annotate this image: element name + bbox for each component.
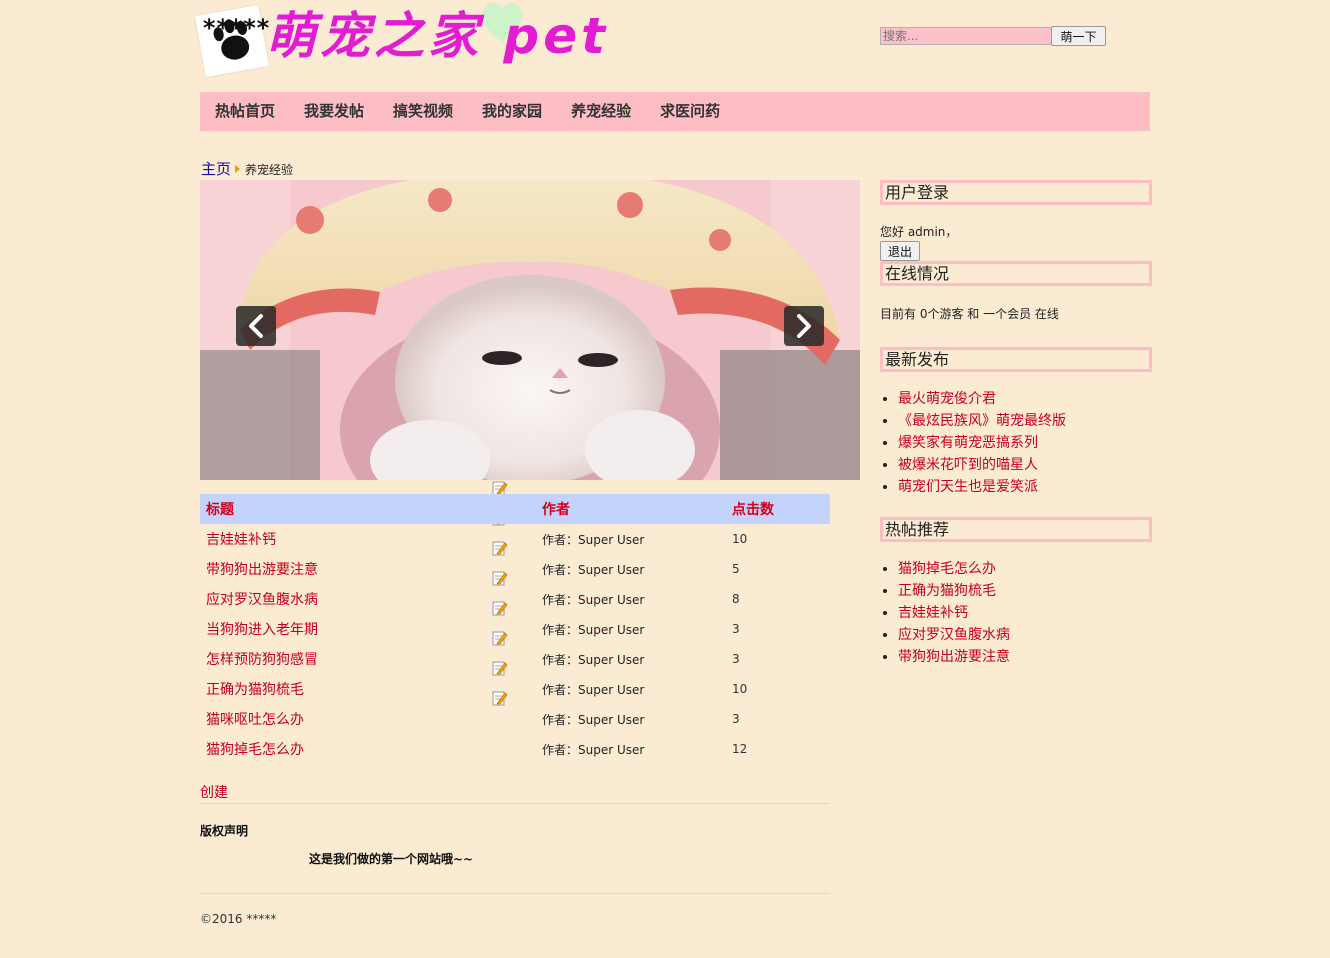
article-title-link[interactable]: 当狗狗进入老年期 [206,622,318,638]
hot-link[interactable]: 带狗狗出游要注意 [898,649,1010,665]
copyright-title: 版权声明 [200,824,249,838]
latest-link[interactable]: 爆笑家有萌宠恶搞系列 [898,435,1038,451]
list-item: 《最炫民族风》萌宠最终版 [898,410,1066,432]
latest-list: 最火萌宠俊介君 《最炫民族风》萌宠最终版 爆笑家有萌宠恶搞系列 被爆米花吓到的喵… [880,388,1066,498]
breadcrumb-current: 养宠经验 [245,163,294,177]
article-table: 标题 作者 点击数 吉娃娃补钙 作者：Super User 10 带狗狗出游要注… [200,494,830,764]
article-author: 作者：Super User [542,622,645,637]
list-item: 应对罗汉鱼腹水病 [898,624,1010,646]
copyright-text: 这是我们做的第一个网站哦~~ [309,852,474,866]
article-author: 作者：Super User [542,652,645,667]
hot-list: 猫狗掉毛怎么办 正确为猫狗梳毛 吉娃娃补钙 应对罗汉鱼腹水病 带狗狗出游要注意 [880,558,1010,668]
login-greeting: 您好 admin， [880,225,958,239]
chevron-right-icon [797,314,811,338]
chevron-left-icon [249,314,263,338]
article-title-link[interactable]: 带狗狗出游要注意 [206,562,318,578]
article-title-link[interactable]: 猫狗掉毛怎么办 [206,742,304,758]
main-nav: 热帖首页 我要发帖 搞笑视频 我的家园 养宠经验 求医问药 [200,92,1150,131]
login-box-title: 用户登录 [880,180,1152,205]
latest-link[interactable]: 《最炫民族风》萌宠最终版 [898,413,1066,429]
nav-item-pet-experience[interactable]: 养宠经验 [571,92,631,131]
article-hits: 3 [732,652,740,666]
list-item: 吉娃娃补钙 [898,602,1010,624]
article-title-link[interactable]: 应对罗汉鱼腹水病 [206,592,318,608]
search-input[interactable] [880,27,1052,45]
slider-next-button[interactable] [784,306,824,346]
nav-item-medical[interactable]: 求医问药 [660,92,720,131]
logo-stars: ***** [202,14,270,42]
article-author: 作者：Super User [542,682,645,697]
table-row: 带狗狗出游要注意 作者：Super User 5 [200,554,830,584]
article-hits: 12 [732,742,748,756]
table-header-row: 标题 作者 点击数 [200,494,830,524]
nav-item-post[interactable]: 我要发帖 [304,92,364,131]
hot-link[interactable]: 正确为猫狗梳毛 [898,583,996,599]
table-row: 怎样预防狗狗感冒 作者：Super User 3 [200,644,830,674]
article-title-link[interactable]: 正确为猫狗梳毛 [206,682,304,698]
article-title-link[interactable]: 猫咪呕吐怎么办 [206,712,304,728]
article-hits: 8 [732,592,740,606]
nav-item-funny-videos[interactable]: 搞笑视频 [393,92,453,131]
article-hits: 10 [732,532,748,546]
footer-text: ©2016 ***** [200,912,277,926]
column-header-hits[interactable]: 点击数 [726,494,830,524]
table-row: 猫咪呕吐怎么办 作者：Super User 3 [200,704,830,734]
column-header-author[interactable]: 作者 [536,494,726,524]
breadcrumb: 主页 养宠经验 [201,158,293,179]
logout-button[interactable]: 退出 [880,241,920,261]
divider [200,803,830,804]
logo-title: 萌宠之家 pet [266,7,610,65]
column-header-title[interactable]: 标题 [200,494,536,524]
article-author: 作者：Super User [542,712,645,727]
table-row: 当狗狗进入老年期 作者：Super User 3 [200,614,830,644]
latest-link[interactable]: 萌宠们天生也是爱笑派 [898,479,1038,495]
article-title-link[interactable]: 怎样预防狗狗感冒 [206,652,318,668]
list-item: 被爆米花吓到的喵星人 [898,454,1066,476]
article-author: 作者：Super User [542,592,645,607]
nav-item-home[interactable]: 热帖首页 [215,92,275,131]
table-row: 应对罗汉鱼腹水病 作者：Super User 8 [200,584,830,614]
hot-link[interactable]: 猫狗掉毛怎么办 [898,561,996,577]
hot-box-title: 热帖推荐 [880,517,1152,542]
article-author: 作者：Super User [542,532,645,547]
latest-link[interactable]: 最火萌宠俊介君 [898,391,996,407]
slider-prev-button[interactable] [236,306,276,346]
breadcrumb-home-link[interactable]: 主页 [201,160,231,178]
list-item: 萌宠们天生也是爱笑派 [898,476,1066,498]
slide-image [200,180,860,480]
article-author: 作者：Super User [542,562,645,577]
search-button[interactable]: 萌一下 [1051,26,1106,46]
nav-item-my-home[interactable]: 我的家园 [482,92,542,131]
article-hits: 10 [732,682,748,696]
table-row: 正确为猫狗梳毛 作者：Super User 10 [200,674,830,704]
list-item: 猫狗掉毛怎么办 [898,558,1010,580]
online-status-text: 目前有 0个游客 和 一个会员 在线 [880,307,1059,321]
table-row: 吉娃娃补钙 作者：Super User 10 [200,524,830,554]
list-item: 带狗狗出游要注意 [898,646,1010,668]
latest-link[interactable]: 被爆米花吓到的喵星人 [898,457,1038,473]
divider [200,893,830,894]
list-item: 爆笑家有萌宠恶搞系列 [898,432,1066,454]
list-item: 最火萌宠俊介君 [898,388,1066,410]
online-box-title: 在线情况 [880,261,1152,286]
list-item: 正确为猫狗梳毛 [898,580,1010,602]
hot-link[interactable]: 应对罗汉鱼腹水病 [898,627,1010,643]
article-hits: 3 [732,712,740,726]
table-row: 猫狗掉毛怎么办 作者：Super User 12 [200,734,830,764]
article-hits: 3 [732,622,740,636]
breadcrumb-separator-icon [235,165,241,173]
article-title-link[interactable]: 吉娃娃补钙 [206,532,276,548]
create-article-link[interactable]: 创建 [200,782,228,802]
article-author: 作者：Super User [542,742,645,757]
latest-box-title: 最新发布 [880,347,1152,372]
site-logo[interactable]: ***** 萌宠之家 pet [195,0,610,78]
hot-link[interactable]: 吉娃娃补钙 [898,605,968,621]
image-slider [200,180,860,480]
article-hits: 5 [732,562,740,576]
